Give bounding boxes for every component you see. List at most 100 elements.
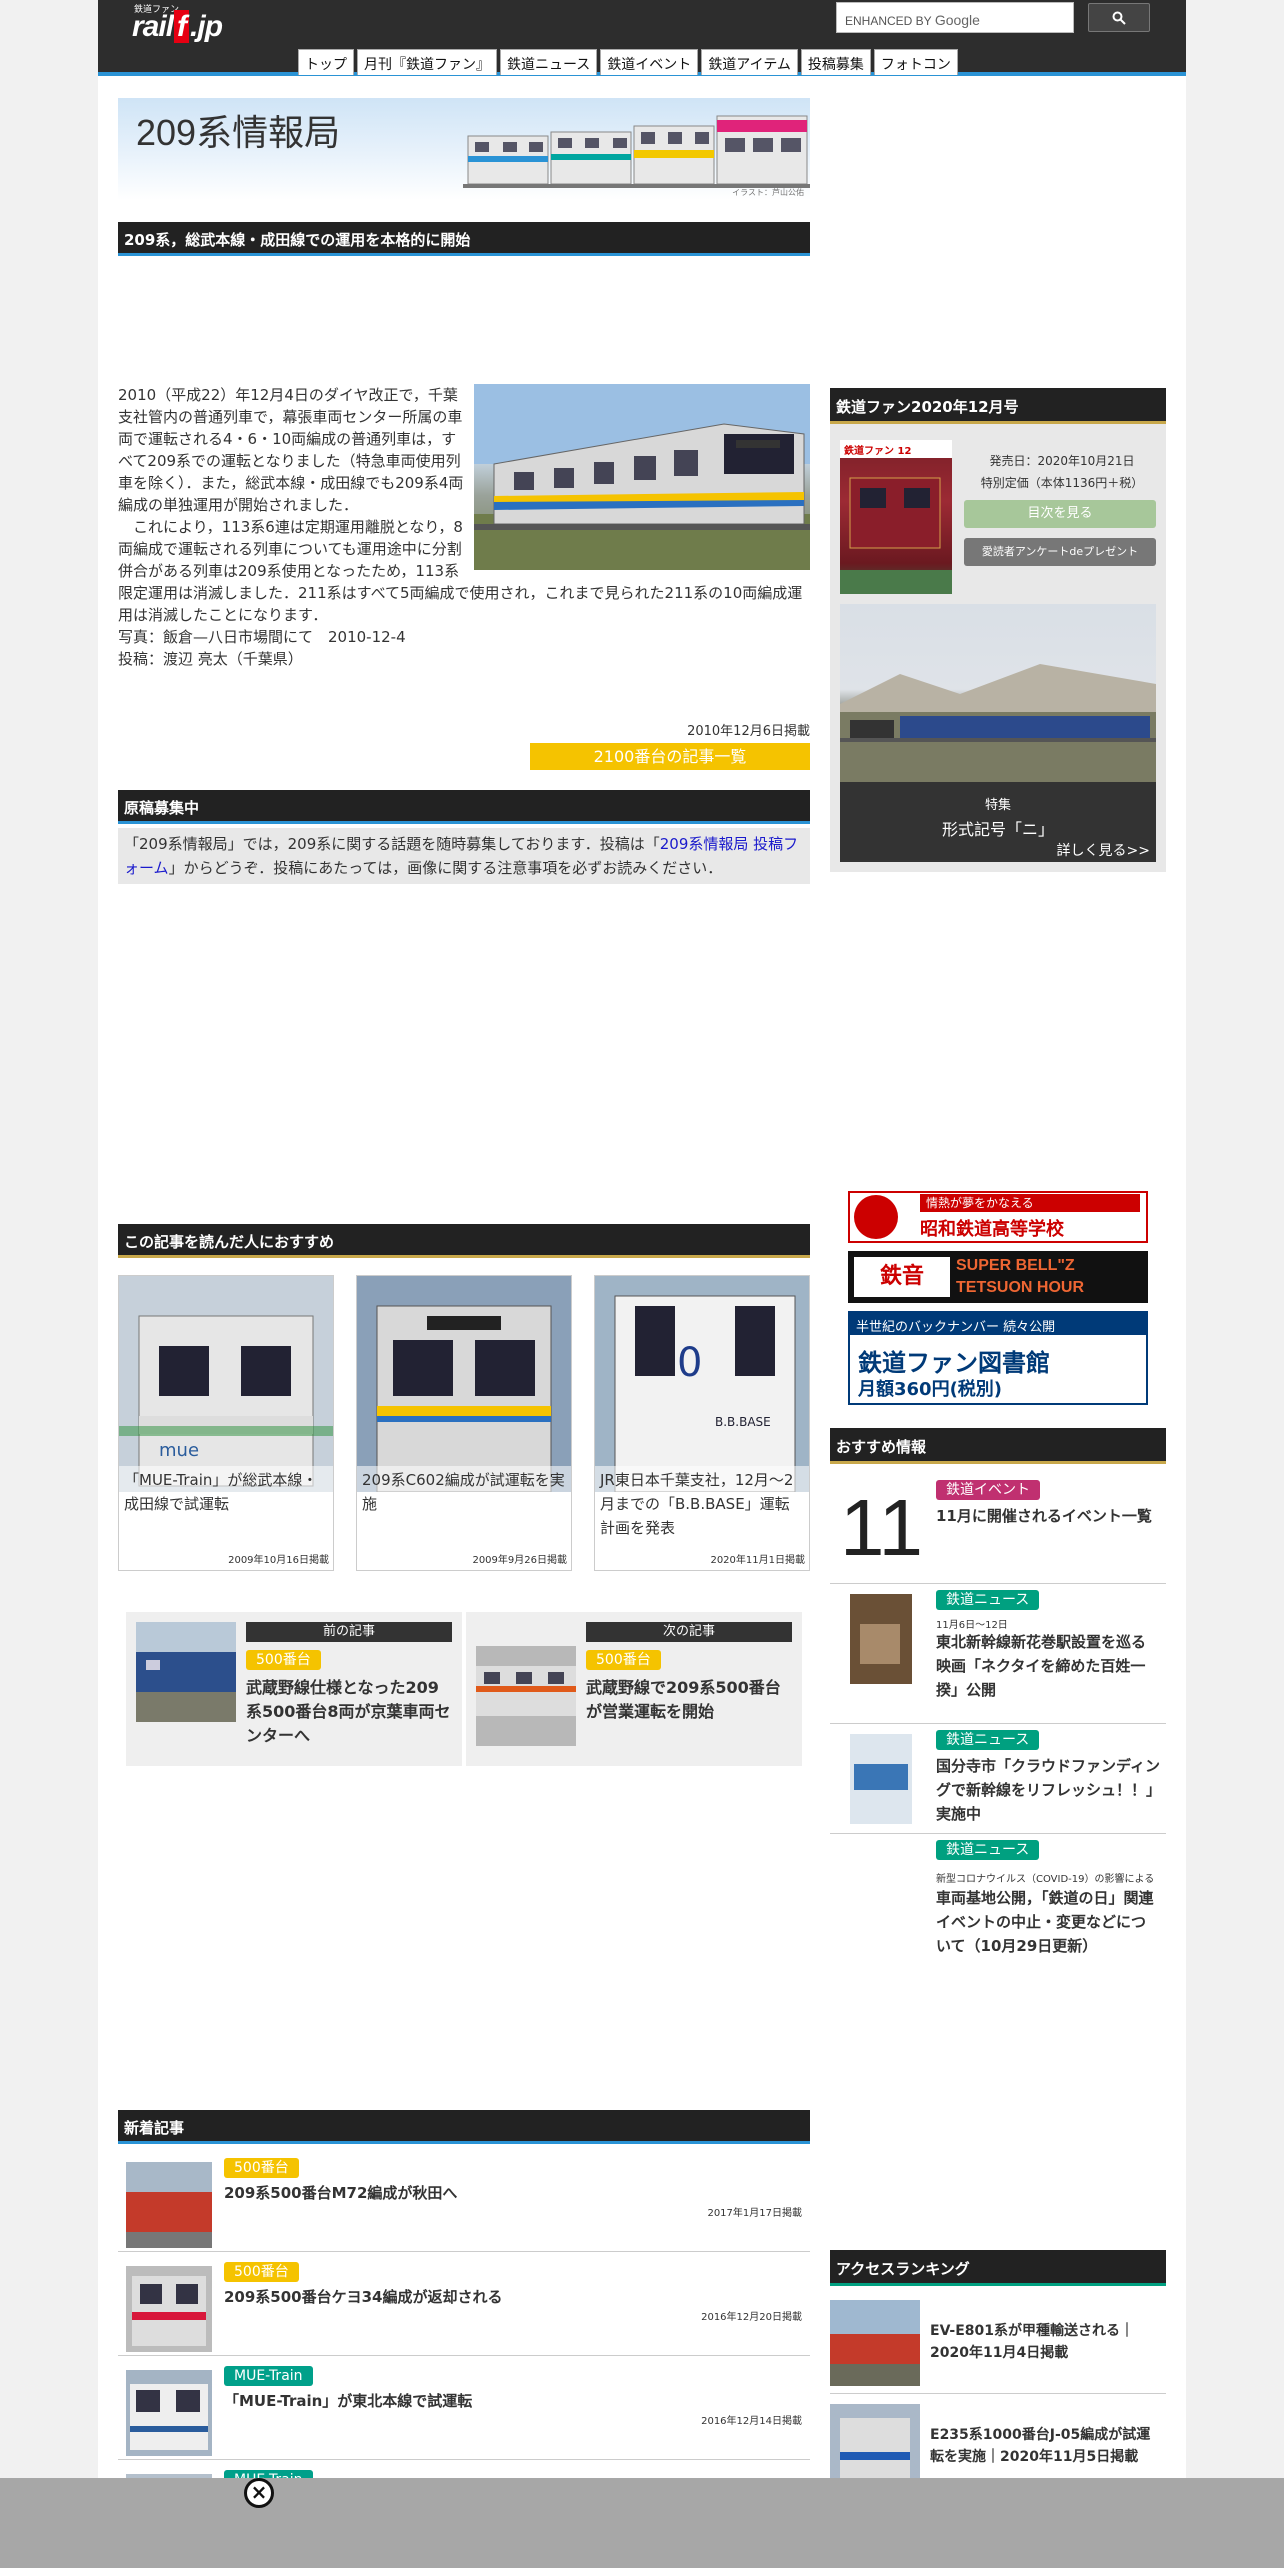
info-photo: [850, 1734, 912, 1824]
nav-events[interactable]: 鉄道イベント: [600, 49, 699, 75]
category-badge[interactable]: 500番台: [586, 1650, 661, 1670]
search-button[interactable]: [1088, 3, 1150, 32]
price: 特別定価（本体1136円＋税）: [980, 476, 1144, 490]
category-badge[interactable]: 500番台: [224, 2158, 299, 2178]
article-body: 2010（平成22）年12月4日のダイヤ改正で，千葉支社管内の普通列車で，幕張車…: [118, 384, 810, 670]
card-image: [357, 1276, 571, 1492]
recommend-card[interactable]: 209系C602編成が試運転を実施 2009年9月26日掲載: [356, 1275, 572, 1571]
release-date: 発売日：2020年10月21日: [989, 454, 1135, 468]
category-badge[interactable]: 500番台: [224, 2262, 299, 2282]
category-badge[interactable]: 500番台: [246, 1650, 321, 1670]
search-input[interactable]: ENHANCED BY Google: [836, 2, 1074, 33]
site-logo[interactable]: 鉄道ファン rail f .jp: [132, 2, 242, 46]
article-date: 2010年12月6日掲載: [687, 724, 810, 739]
feature-box[interactable]: 特集 形式記号「ニ」 詳しく見る>>: [840, 604, 1156, 862]
prev-article[interactable]: 前の記事 500番台 武蔵野線仕様となった209系500番台8両が京葉車両センタ…: [126, 1612, 462, 1766]
series-list-button[interactable]: 2100番台の記事一覧: [530, 743, 810, 770]
ad-banner-library[interactable]: 半世紀のバックナンバー 続々公開 鉄道ファン図書館 月額360円(税別): [848, 1311, 1148, 1405]
ranking-title: EV-E801系が甲種輸送される｜2020年11月4日掲載: [930, 2323, 1134, 2361]
main-nav: トップ 月刊『鉄道ファン』 鉄道ニュース 鉄道イベント 鉄道アイテム 投稿募集 …: [298, 49, 958, 75]
info-subtext: 新型コロナウイルス（COVID-19）の影響による: [936, 1874, 1155, 1885]
nav-items[interactable]: 鉄道アイテム: [701, 49, 798, 75]
nav-submissions[interactable]: 投稿募集: [800, 49, 871, 75]
item-photo: [126, 2162, 212, 2248]
category-badge[interactable]: MUE-Train: [224, 2366, 313, 2386]
item-title: 209系500番台ケヨ34編成が返却される: [224, 2288, 503, 2306]
ad-banner-school[interactable]: 情熱が夢をかなえる 昭和鉄道高等学校: [848, 1191, 1148, 1243]
card-date: 2009年9月26日掲載: [472, 1555, 567, 1566]
card-title: 「MUE-Train」が総武本線・成田線で試運転: [119, 1466, 333, 1518]
card-title: 209系C602編成が試運転を実施: [357, 1466, 571, 1518]
section-banner[interactable]: 209系情報局 イラスト：芦山公佑: [118, 98, 810, 200]
info-item[interactable]: 鉄道ニュース 11月6日〜12日 東北新幹線新花巻駅設置を巡る映画「ネクタイを締…: [830, 1584, 1166, 1724]
list-item[interactable]: 500番台 209系500番台M72編成が秋田へ 2017年1月17日掲載: [118, 2148, 810, 2252]
feature-title: 形式記号「ニ」: [941, 820, 1054, 839]
item-date: 2016年12月20日掲載: [701, 2312, 802, 2323]
prev-title: 武蔵野線仕様となった209系500番台8両が京葉車両センターへ: [246, 1678, 451, 1745]
logo-text: rail f .jp: [132, 10, 223, 43]
list-item[interactable]: 500番台 209系500番台ケヨ34編成が返却される 2016年12月20日掲…: [118, 2252, 810, 2356]
info-photo: [850, 1594, 912, 1684]
page: 鉄道ファン rail f .jp ENHANCED BY Google トップ 月刊…: [98, 0, 1186, 2568]
nav-top[interactable]: トップ: [298, 49, 354, 75]
category-badge[interactable]: 鉄道ニュース: [936, 1730, 1040, 1750]
item-title: 209系500番台M72編成が秋田へ: [224, 2184, 458, 2202]
info-item[interactable]: 鉄道ニュース 国分寺市「クラウドファンディングで新幹線をリフレッシュ！！」実施中: [830, 1724, 1166, 1834]
list-item[interactable]: MUE-Train 「MUE-Train」が東北本線で試運転 2016年12月1…: [118, 2356, 810, 2460]
info-title: 車両基地公開，「鉄道の日」関連イベントの中止・変更などについて（10月29日更新…: [936, 1889, 1154, 1955]
category-badge[interactable]: 鉄道ニュース: [936, 1590, 1040, 1610]
magazine-cover[interactable]: 鉄道ファン 12: [840, 440, 952, 594]
ranking-photo: [830, 2300, 920, 2386]
tetsuon-logo-icon: 鉄音: [854, 1257, 950, 1297]
info-subtext: 11月6日〜12日: [936, 1620, 1008, 1631]
ad-banner-tetsuon[interactable]: 鉄音 SUPER BELL"Z TETSUON HOUR: [848, 1251, 1148, 1303]
info-title: 東北新幹線新花巻駅設置を巡る映画「ネクタイを締めた百姓一揆」公開: [936, 1633, 1147, 1699]
nav-photocon[interactable]: フォトコン: [873, 49, 958, 75]
recommend-card[interactable]: mue 「MUE-Train」が総武本線・成田線で試運転 2009年10月16日…: [118, 1275, 334, 1571]
prev-label: 前の記事: [246, 1622, 452, 1642]
article-headline: 209系，総武本線・成田線での運用を本格的に開始: [118, 222, 810, 256]
issue-number: 12: [897, 446, 912, 457]
card-image: 0 B.B.BASE: [595, 1276, 809, 1492]
prev-article-photo: [136, 1622, 236, 1722]
illustration-credit: イラスト：芦山公佑: [732, 188, 804, 197]
bottom-ad-overlay: [0, 2478, 1284, 2568]
info-item[interactable]: 11 鉄道イベント 11月に開催されるイベント一覧: [830, 1474, 1166, 1584]
ranking-title: E235系1000番台J-05編成が試運転を実施｜2020年11月5日掲載: [930, 2427, 1151, 2465]
cover-photo: [840, 477, 952, 594]
info-item[interactable]: 鉄道ニュース 新型コロナウイルス（COVID-19）の影響による 車両基地公開，…: [830, 1834, 1166, 1974]
card-date: 2020年11月1日掲載: [710, 1555, 805, 1566]
svg-text:B.B.BASE: B.B.BASE: [715, 1415, 771, 1429]
item-date: 2017年1月17日掲載: [707, 2208, 802, 2219]
recommended-info-heading: おすすめ情報: [830, 1428, 1166, 1464]
feature-photo: [840, 604, 1156, 782]
close-icon[interactable]: ×: [244, 2478, 274, 2508]
train-illustration: [463, 115, 810, 188]
recommend-heading: この記事を読んだ人におすすめ: [118, 1224, 810, 1258]
feature-label: 特集: [984, 798, 1011, 813]
nav-magazine[interactable]: 月刊『鉄道ファン』: [357, 49, 497, 75]
next-title: 武蔵野線で209系500番台が営業運転を開始: [586, 1678, 781, 1721]
search-icon: [1112, 11, 1126, 25]
toc-button[interactable]: 目次を見る: [964, 500, 1156, 528]
nav-news[interactable]: 鉄道ニュース: [500, 49, 598, 75]
svg-text:mue: mue: [159, 1440, 199, 1461]
info-title: 国分寺市「クラウドファンディングで新幹線をリフレッシュ！！」実施中: [936, 1757, 1160, 1823]
category-badge[interactable]: 鉄道ニュース: [936, 1840, 1040, 1860]
magazine-heading: 鉄道ファン2020年12月号: [830, 388, 1166, 424]
magazine-box: 鉄道ファン2020年12月号 鉄道ファン 12 発売日：2020年10月21日 …: [830, 388, 1166, 872]
info-title: 11月に開催されるイベント一覧: [936, 1507, 1152, 1525]
feature-more-link[interactable]: 詳しく見る>>: [1057, 840, 1150, 860]
next-label: 次の記事: [586, 1622, 792, 1642]
item-date: 2016年12月14日掲載: [701, 2416, 802, 2427]
present-button[interactable]: 愛読者アンケートdeプレゼント: [964, 538, 1156, 566]
next-article[interactable]: 次の記事 500番台 武蔵野線で209系500番台が営業運転を開始: [466, 1612, 802, 1766]
recommend-card[interactable]: 0 B.B.BASE JR東日本千葉支社，12月〜2月までの「B.B.BASE」運…: [594, 1275, 810, 1571]
category-badge[interactable]: 鉄道イベント: [936, 1480, 1040, 1500]
item-photo: [126, 2266, 212, 2352]
photo-caption: 写真：飯倉—八日市場間にて 2010-12-4: [118, 628, 406, 646]
banner-title: 209系情報局: [136, 112, 341, 153]
recommend-cards: mue 「MUE-Train」が総武本線・成田線で試運転 2009年10月16日…: [118, 1275, 810, 1571]
ranking-item[interactable]: EV-E801系が甲種輸送される｜2020年11月4日掲載: [830, 2290, 1166, 2394]
recruit-heading: 原稿募集中: [118, 790, 810, 824]
